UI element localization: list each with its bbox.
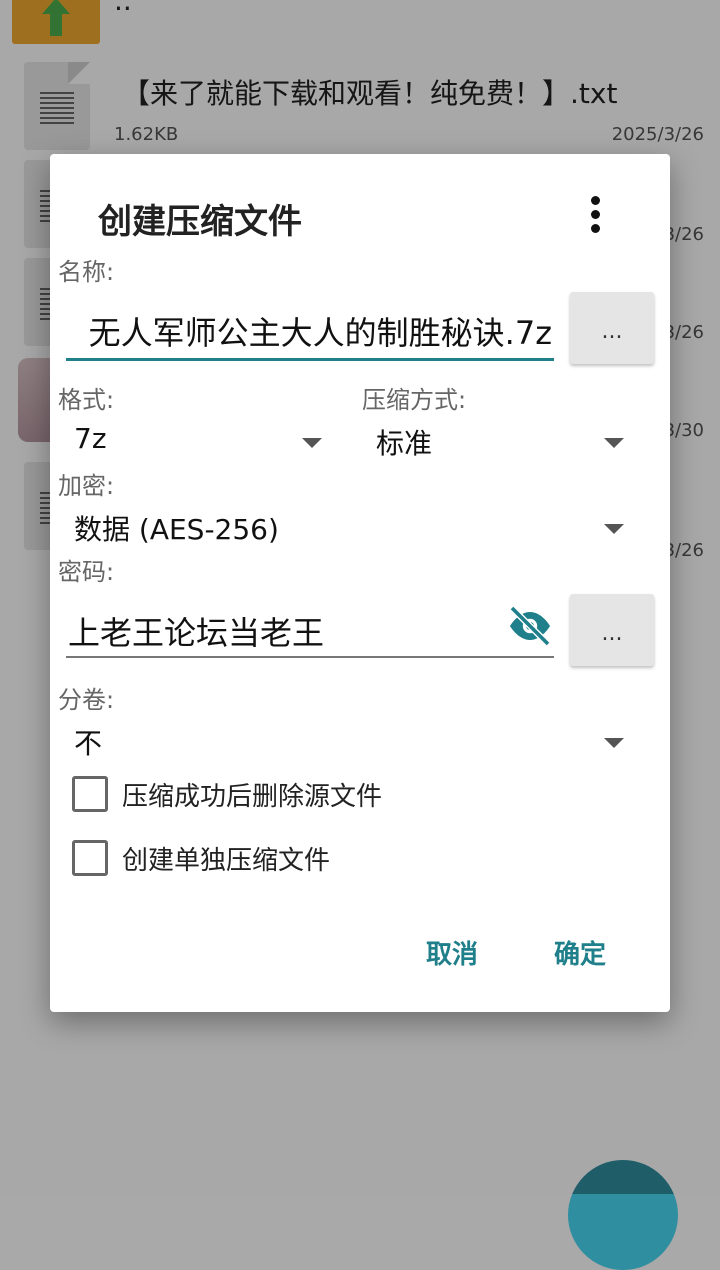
archive-name-input[interactable]: 无人军师公主大人的制胜秘诀.7z <box>66 296 554 361</box>
chevron-down-icon <box>604 738 624 748</box>
compression-method-value: 标准 <box>376 427 433 460</box>
encryption-select[interactable]: 数据 (AES-256) <box>66 502 634 554</box>
separate-archives-checkbox[interactable] <box>72 840 108 876</box>
archive-name-value: 无人军师公主大人的制胜秘诀.7z <box>88 314 552 352</box>
separate-archives-label: 创建单独压缩文件 <box>122 846 331 876</box>
format-value: 7z <box>74 422 107 455</box>
split-volume-value: 不 <box>74 727 103 760</box>
encryption-value: 数据 (AES-256) <box>74 513 279 546</box>
password-label: 密码: <box>58 558 115 586</box>
format-select[interactable]: 7z <box>66 416 332 468</box>
password-input[interactable]: 上老王论坛当老王 <box>66 600 554 658</box>
split-label: 分卷: <box>58 686 115 714</box>
encryption-label: 加密: <box>58 472 115 500</box>
browse-name-button[interactable]: ... <box>570 292 654 364</box>
split-volume-select[interactable]: 不 <box>66 716 634 768</box>
more-vert-icon[interactable] <box>582 194 610 234</box>
visibility-off-icon[interactable] <box>506 606 554 646</box>
password-value: 上老王论坛当老王 <box>68 614 325 652</box>
name-label: 名称: <box>58 258 115 286</box>
chevron-down-icon <box>604 524 624 534</box>
password-more-button[interactable]: ... <box>570 594 654 666</box>
chevron-down-icon <box>302 438 322 448</box>
dialog-title: 创建压缩文件 <box>98 202 302 242</box>
delete-source-label: 压缩成功后删除源文件 <box>122 782 383 812</box>
format-label: 格式: <box>58 386 115 414</box>
compression-method-label: 压缩方式: <box>362 386 467 414</box>
separate-archives-checkbox-row[interactable]: 创建单独压缩文件 <box>72 840 492 880</box>
delete-source-checkbox-row[interactable]: 压缩成功后删除源文件 <box>72 776 492 816</box>
chevron-down-icon <box>604 438 624 448</box>
cancel-button[interactable]: 取消 <box>426 934 478 971</box>
compression-method-select[interactable]: 标准 <box>368 416 634 468</box>
delete-source-checkbox[interactable] <box>72 776 108 812</box>
ok-button[interactable]: 确定 <box>554 934 606 971</box>
create-archive-dialog: 创建压缩文件 名称: 无人军师公主大人的制胜秘诀.7z ... 格式: 压缩方式… <box>50 154 670 1012</box>
